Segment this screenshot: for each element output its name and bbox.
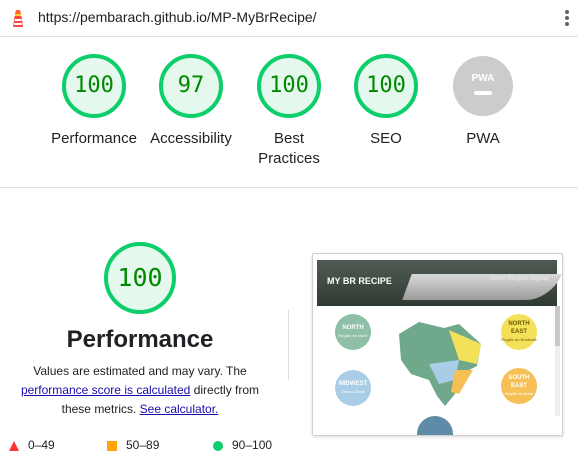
label-performance: Performance xyxy=(51,130,137,147)
pwa-badge-text: PWA xyxy=(472,73,495,84)
lighthouse-icon xyxy=(13,10,23,27)
region-midwest-name: MIDWEST xyxy=(338,381,368,387)
region-northeast-sub: Região do Nordeste xyxy=(501,337,537,342)
region-north-badge[interactable]: NORTH Região do Norte xyxy=(335,314,371,350)
brazil-map-image xyxy=(399,322,481,406)
label-best-practices: Best Practices xyxy=(258,130,320,167)
region-northeast-badge[interactable]: NORTH EAST Região do Nordeste xyxy=(501,314,537,350)
category-best-practices[interactable]: 100 Best Practices xyxy=(240,53,338,169)
scores-summary: 100 Performance 97 Accessibility 100 Best Pra… xyxy=(0,37,578,188)
pwa-dash xyxy=(474,91,492,95)
see-calculator-link[interactable]: See calculator. xyxy=(140,402,219,416)
screenshot-brand: MY BR RECIPE xyxy=(327,276,392,286)
report-topbar: https://pembarach.github.io/MP-MyBrRecip… xyxy=(0,0,578,37)
region-southeast-sub: Região Sudeste xyxy=(504,391,534,396)
average-square-icon xyxy=(107,441,117,451)
screenshot-hero: MY BR RECIPE Home Recipes Signup xyxy=(317,260,562,306)
performance-description: Values are estimated and may vary. The p… xyxy=(10,362,270,419)
legend-fail-range: 0–49 xyxy=(28,438,55,452)
score-performance: 100 xyxy=(74,73,114,98)
legend-average-range: 50–89 xyxy=(126,438,160,452)
label-accessibility: Accessibility xyxy=(150,130,232,147)
screenshot-scrollbar xyxy=(555,306,560,416)
score-best-practices: 100 xyxy=(269,73,309,98)
region-south-badge[interactable] xyxy=(417,416,453,435)
category-seo[interactable]: 100 SEO xyxy=(337,53,435,149)
region-midwest-sub: Centro-Oeste xyxy=(340,389,365,394)
region-midwest-badge[interactable]: MIDWEST Centro-Oeste xyxy=(335,370,371,406)
region-southeast-badge[interactable]: SOUTH EAST Região Sudeste xyxy=(501,368,537,404)
category-accessibility[interactable]: 97 Accessibility xyxy=(142,53,240,149)
category-performance[interactable]: 100 Performance xyxy=(45,53,143,149)
label-seo: SEO xyxy=(370,130,402,147)
legend-pass-range: 90–100 xyxy=(232,438,273,452)
region-north-name: NORTH xyxy=(342,325,364,331)
screenshot-nav: Home Recipes Signup xyxy=(489,276,549,282)
desc-text-1: Values are estimated and may vary. The xyxy=(33,364,247,378)
performance-title: Performance xyxy=(66,326,214,353)
pass-circle-icon xyxy=(213,441,223,451)
pwa-badge-icon: PWA xyxy=(453,56,513,116)
label-pwa: PWA xyxy=(466,130,500,147)
region-north-sub: Região do Norte xyxy=(338,333,368,338)
score-accessibility: 97 xyxy=(177,73,205,98)
divider xyxy=(288,310,289,380)
report-url[interactable]: https://pembarach.github.io/MP-MyBrRecip… xyxy=(38,9,317,25)
more-options-icon[interactable] xyxy=(564,8,570,28)
region-southeast-name: SOUTH EAST xyxy=(508,375,530,389)
score-seo: 100 xyxy=(366,73,406,98)
fail-triangle-icon xyxy=(9,441,19,451)
page-screenshot-thumbnail[interactable]: MY BR RECIPE Home Recipes Signup NORTH R… xyxy=(312,253,563,436)
category-pwa[interactable]: PWA PWA xyxy=(434,53,532,149)
score-calculated-link[interactable]: performance score is calculated xyxy=(21,383,190,397)
performance-score: 100 xyxy=(117,263,163,292)
region-northeast-name: NORTH EAST xyxy=(508,321,530,335)
